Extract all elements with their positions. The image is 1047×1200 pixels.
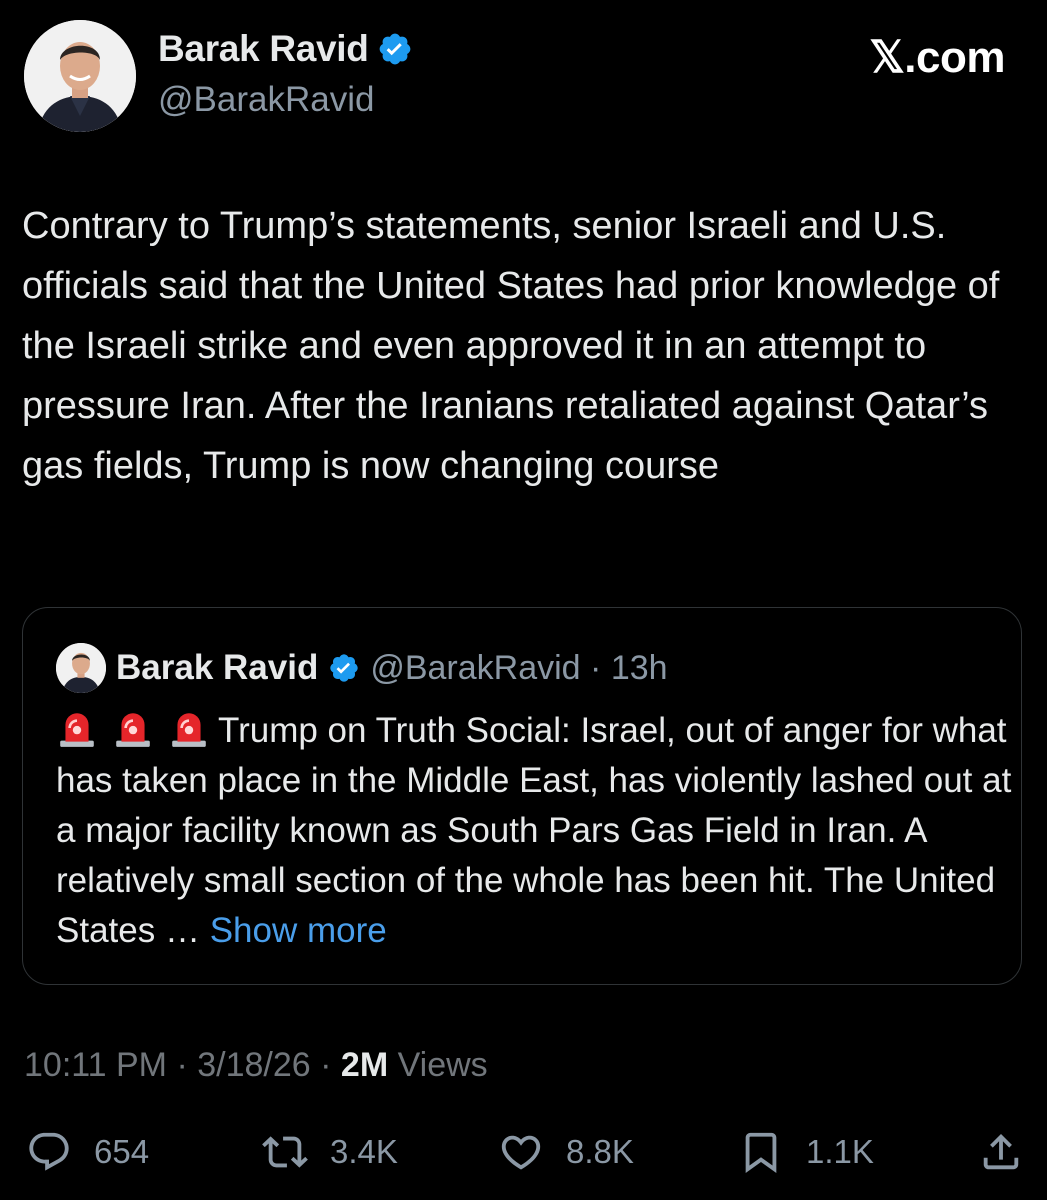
action-bar: 654 3.4K 8.8K 1.1K <box>0 1122 1047 1182</box>
share-icon <box>983 1133 1019 1170</box>
separator-dot: · <box>310 1046 341 1084</box>
tweet-time[interactable]: 10:11 PM <box>24 1046 167 1084</box>
quoted-tweet-text: Trump on Truth Social: Israel, out of an… <box>56 706 1016 956</box>
separator-dot: · <box>580 648 611 687</box>
quoted-author-handle[interactable]: @BarakRavid <box>370 649 580 688</box>
brand-logo: 𝕏.com <box>869 33 1005 82</box>
views-label: Views <box>397 1046 488 1084</box>
reply-icon <box>29 1132 69 1171</box>
tweet-meta: 10:11 PM · 3/18/26 · 2M Views <box>24 1046 488 1085</box>
quoted-author-avatar-image <box>56 643 106 693</box>
like-count: 8.8K <box>566 1133 634 1170</box>
repost-icon <box>262 1136 308 1168</box>
verified-badge-icon <box>330 654 358 682</box>
like-button[interactable]: 8.8K <box>498 1122 634 1182</box>
quoted-tweet-card[interactable]: Barak Ravid @BarakRavid · 13h Trump on T… <box>22 607 1022 985</box>
tweet-text: Contrary to Trump’s statements, senior I… <box>22 205 1000 487</box>
quoted-author-name[interactable]: Barak Ravid <box>116 648 318 688</box>
tweet-date[interactable]: 3/18/26 <box>197 1046 310 1084</box>
author-handle[interactable]: @BarakRavid <box>158 80 374 120</box>
show-more-link[interactable]: Show more <box>210 911 387 950</box>
bookmark-count: 1.1K <box>806 1133 874 1170</box>
police-siren-icon <box>116 713 150 747</box>
separator-dot: · <box>167 1046 198 1084</box>
reply-button[interactable]: 654 <box>26 1122 149 1182</box>
author-avatar[interactable] <box>24 20 136 132</box>
quoted-tweet-time[interactable]: 13h <box>611 649 668 688</box>
author-avatar-image <box>24 20 136 132</box>
bookmark-button[interactable]: 1.1K <box>738 1122 874 1182</box>
heart-icon <box>501 1135 541 1170</box>
author-name[interactable]: Barak Ravid <box>158 28 369 70</box>
views-count: 2M <box>340 1046 389 1084</box>
quoted-author-avatar[interactable] <box>56 643 106 693</box>
police-siren-icon <box>60 713 94 747</box>
repost-count: 3.4K <box>330 1133 398 1170</box>
quoted-tweet-header: Barak Ravid @BarakRavid · 13h <box>56 643 668 693</box>
repost-button[interactable]: 3.4K <box>262 1122 398 1182</box>
police-siren-icon <box>172 713 206 747</box>
share-button[interactable] <box>978 1122 1024 1182</box>
author-name-row: Barak Ravid <box>158 28 413 70</box>
bookmark-icon <box>745 1132 777 1173</box>
verified-badge-icon <box>379 33 410 65</box>
reply-count: 654 <box>94 1133 150 1170</box>
